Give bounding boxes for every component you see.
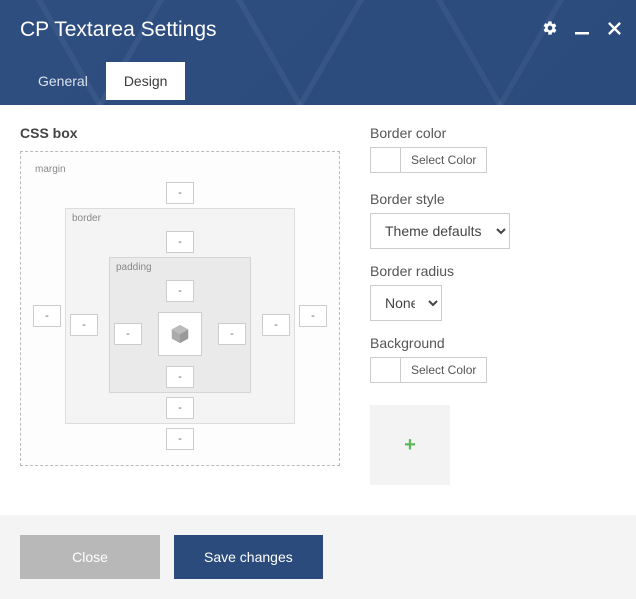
background-color-swatch: [371, 358, 401, 382]
content-box: [158, 312, 202, 356]
add-background-button[interactable]: +: [370, 405, 450, 485]
margin-right-input[interactable]: [299, 305, 327, 327]
plus-icon: +: [404, 434, 416, 457]
close-icon[interactable]: [604, 18, 624, 38]
border-color-button-label: Select Color: [401, 148, 486, 172]
css-box-model: margin border padding: [20, 151, 340, 466]
padding-top-input[interactable]: [166, 280, 194, 302]
background-label: Background: [370, 335, 616, 351]
border-bottom-input[interactable]: [166, 397, 194, 419]
border-style-select[interactable]: Theme defaults: [370, 213, 510, 249]
save-button[interactable]: Save changes: [174, 535, 323, 579]
padding-bottom-input[interactable]: [166, 366, 194, 388]
cube-icon: [169, 323, 191, 345]
minimize-icon[interactable]: [572, 18, 592, 38]
border-color-label: Border color: [370, 125, 616, 141]
border-color-swatch: [371, 148, 401, 172]
border-radius-label: Border radius: [370, 263, 616, 279]
tab-general[interactable]: General: [20, 62, 106, 100]
margin-bottom-input[interactable]: [166, 428, 194, 450]
close-button[interactable]: Close: [20, 535, 160, 579]
gear-icon[interactable]: [540, 18, 560, 38]
border-label: border: [72, 213, 101, 224]
border-style-label: Border style: [370, 191, 616, 207]
tab-design[interactable]: Design: [106, 62, 186, 100]
margin-left-input[interactable]: [33, 305, 61, 327]
padding-label: padding: [116, 262, 152, 273]
border-right-input[interactable]: [262, 314, 290, 336]
padding-right-input[interactable]: [218, 323, 246, 345]
padding-left-input[interactable]: [114, 323, 142, 345]
border-color-button[interactable]: Select Color: [370, 147, 487, 173]
margin-label: margin: [35, 164, 66, 175]
background-color-button[interactable]: Select Color: [370, 357, 487, 383]
cssbox-title: CSS box: [20, 125, 340, 141]
border-left-input[interactable]: [70, 314, 98, 336]
border-top-input[interactable]: [166, 231, 194, 253]
background-color-button-label: Select Color: [401, 358, 486, 382]
margin-top-input[interactable]: [166, 182, 194, 204]
border-radius-select[interactable]: None: [370, 285, 442, 321]
